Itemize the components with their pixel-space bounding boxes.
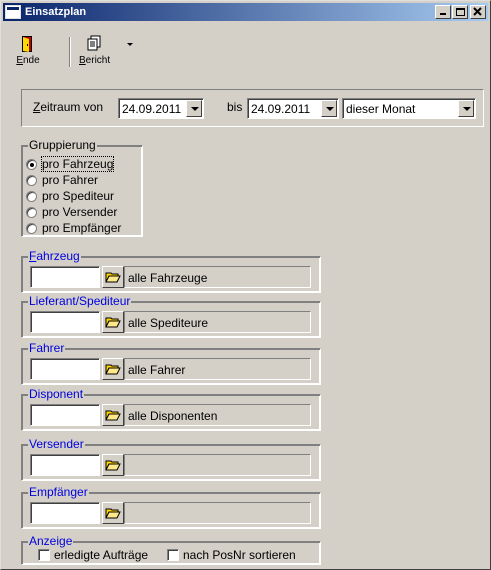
- period-select[interactable]: dieser Monat: [342, 98, 476, 119]
- fahrzeug-description: alle Fahrzeuge: [124, 266, 311, 288]
- erledigte-auftraege-checkbox[interactable]: [38, 549, 50, 561]
- window-controls: [434, 5, 486, 19]
- empfaenger-description: [124, 502, 311, 524]
- posnr-sort-checkbox-row[interactable]: nach PosNr sortieren: [167, 548, 296, 562]
- radio-button[interactable]: [26, 190, 37, 202]
- anzeige-title: Anzeige: [28, 534, 74, 548]
- door-exit-icon: [22, 36, 32, 52]
- radio-pro-fahrer[interactable]: pro Fahrer: [26, 173, 98, 187]
- report-pages-icon: [87, 35, 101, 51]
- fahrer-lookup-button[interactable]: [102, 358, 124, 380]
- filter-disponent-title: Disponent: [28, 387, 85, 401]
- filter-fahrer: Fahrer alle Fahrer: [21, 341, 321, 385]
- erledigte-auftraege-label: erledigte Aufträge: [54, 548, 149, 562]
- versender-code-input[interactable]: [30, 454, 100, 476]
- date-to-value: 24.09.2011: [251, 102, 311, 116]
- lieferant-description: alle Spediteure: [124, 311, 311, 333]
- filter-fahrer-title: Fahrer: [28, 341, 66, 355]
- ende-label: nde: [22, 55, 40, 66]
- filter-fahrzeug: Fahrzeug alle Fahrzeuge: [21, 249, 321, 293]
- title-bar[interactable]: Einsatzplan: [3, 3, 488, 21]
- fahrzeug-lookup-button[interactable]: [102, 266, 124, 288]
- empfaenger-code-input[interactable]: [30, 502, 100, 524]
- radio-button[interactable]: [26, 158, 37, 170]
- fahrzeug-code-input[interactable]: [30, 266, 100, 288]
- gruppierung-title: Gruppierung: [28, 138, 97, 152]
- posnr-sort-label: nach PosNr sortieren: [183, 548, 296, 562]
- period-value: dieser Monat: [346, 102, 416, 116]
- radio-label: pro Versender: [42, 205, 118, 219]
- posnr-sort-checkbox[interactable]: [167, 549, 179, 561]
- versender-description: [124, 454, 311, 476]
- maximize-icon: [456, 8, 465, 16]
- filter-versender-title: Versender: [28, 437, 85, 451]
- gruppierung-group: Gruppierung pro Fahrzeug pro Fahrer pro …: [21, 138, 143, 237]
- erledigte-auftraege-checkbox-row[interactable]: erledigte Aufträge: [38, 548, 148, 562]
- period-dropdown-button[interactable]: [458, 100, 474, 117]
- radio-button[interactable]: [26, 174, 37, 186]
- versender-lookup-button[interactable]: [102, 454, 124, 476]
- date-from-value: 24.09.2011: [122, 102, 182, 116]
- fahrer-code-input[interactable]: [30, 358, 100, 380]
- anzeige-group: Anzeige erledigte Aufträge nach PosNr so…: [21, 534, 321, 565]
- minimize-icon: [440, 13, 446, 15]
- empfaenger-lookup-button[interactable]: [102, 502, 124, 524]
- folder-open-icon: [105, 272, 121, 283]
- radio-pro-fahrzeug[interactable]: pro Fahrzeug: [26, 156, 115, 172]
- zeitraum-panel: Zeitraum von 24.09.2011 bis 24.09.2011 d…: [21, 89, 484, 127]
- radio-label: pro Fahrzeug: [40, 156, 115, 172]
- filter-lieferant-spediteur: Lieferant/Spediteur alle Spediteure: [21, 294, 321, 338]
- filter-disponent: Disponent alle Disponenten: [21, 387, 321, 431]
- close-button[interactable]: [470, 5, 486, 19]
- filter-empfaenger: Empfänger: [21, 485, 321, 529]
- close-icon: [473, 7, 482, 16]
- bericht-mnemonic: B: [79, 55, 86, 66]
- radio-label: pro Fahrer: [42, 173, 99, 187]
- radio-pro-spediteur[interactable]: pro Spediteur: [26, 189, 114, 203]
- disponent-code-input[interactable]: [30, 404, 100, 426]
- bis-label: bis: [227, 100, 243, 114]
- fahrer-description: alle Fahrer: [124, 358, 311, 380]
- filter-versender: Versender: [21, 437, 321, 481]
- toolbar-separator: [69, 37, 71, 67]
- radio-pro-empfaenger[interactable]: pro Empfänger: [26, 221, 121, 235]
- ende-mnemonic: E: [16, 55, 23, 66]
- disponent-description: alle Disponenten: [124, 404, 311, 426]
- toolbar: Ende Bericht: [5, 25, 485, 73]
- einsatzplan-window: Einsatzplan Ende Bericht Zeitraum von 24…: [0, 0, 491, 570]
- filter-title-text: ahrzeug: [36, 249, 80, 263]
- radio-button[interactable]: [26, 206, 37, 218]
- bericht-button[interactable]: Bericht: [77, 35, 133, 66]
- filter-empfaenger-title: Empfänger: [28, 485, 89, 499]
- filter-lieferant-title: Lieferant/Spediteur: [28, 294, 132, 308]
- lieferant-code-input[interactable]: [30, 311, 100, 333]
- radio-label: pro Empfänger: [42, 221, 122, 235]
- filter-fahrzeug-title: Fahrzeug: [28, 249, 81, 263]
- app-window-icon: [5, 5, 21, 19]
- maximize-button[interactable]: [452, 5, 468, 19]
- date-from-combo[interactable]: 24.09.2011: [118, 98, 204, 119]
- window-title: Einsatzplan: [25, 6, 87, 18]
- ende-button[interactable]: Ende: [11, 35, 45, 66]
- folder-open-icon: [105, 317, 121, 328]
- date-to-combo[interactable]: 24.09.2011: [247, 98, 339, 119]
- minimize-button[interactable]: [435, 5, 451, 19]
- lieferant-lookup-button[interactable]: [102, 311, 124, 333]
- folder-open-icon: [105, 508, 121, 519]
- date-from-dropdown-button[interactable]: [186, 100, 202, 117]
- zeitraum-label: Zeitraum von: [33, 100, 103, 114]
- radio-button[interactable]: [26, 222, 37, 234]
- dropdown-arrow-icon[interactable]: [127, 43, 134, 47]
- folder-open-icon: [105, 460, 121, 471]
- folder-open-icon: [105, 410, 121, 421]
- disponent-lookup-button[interactable]: [102, 404, 124, 426]
- zeitraum-label-text: eitraum von: [40, 100, 104, 114]
- bericht-label: ericht: [85, 55, 111, 66]
- radio-pro-versender[interactable]: pro Versender: [26, 205, 117, 219]
- date-to-dropdown-button[interactable]: [321, 100, 337, 117]
- radio-label: pro Spediteur: [42, 189, 115, 203]
- folder-open-icon: [105, 364, 121, 375]
